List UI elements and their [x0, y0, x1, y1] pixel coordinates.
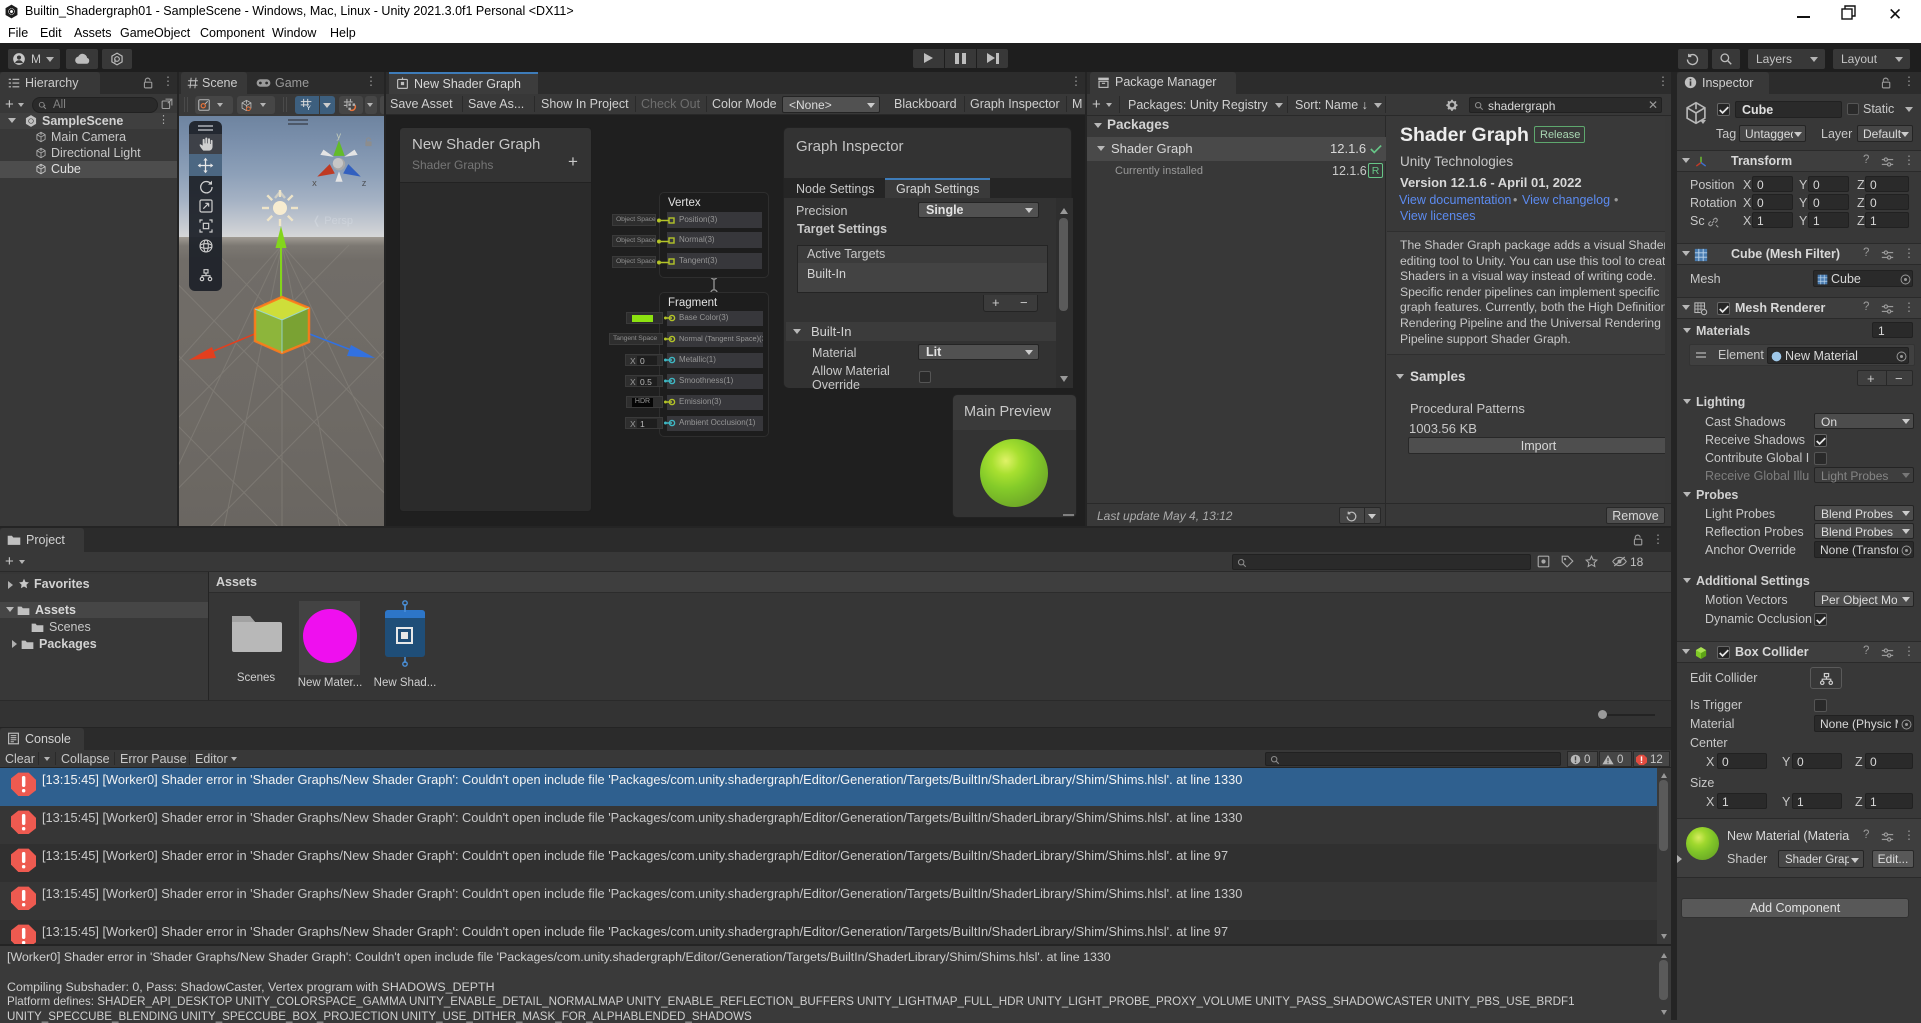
svg-text:y: y — [336, 130, 341, 140]
svg-text:Y: Y — [307, 105, 312, 111]
svg-text:x: x — [312, 178, 317, 188]
svg-text:z: z — [362, 178, 367, 188]
